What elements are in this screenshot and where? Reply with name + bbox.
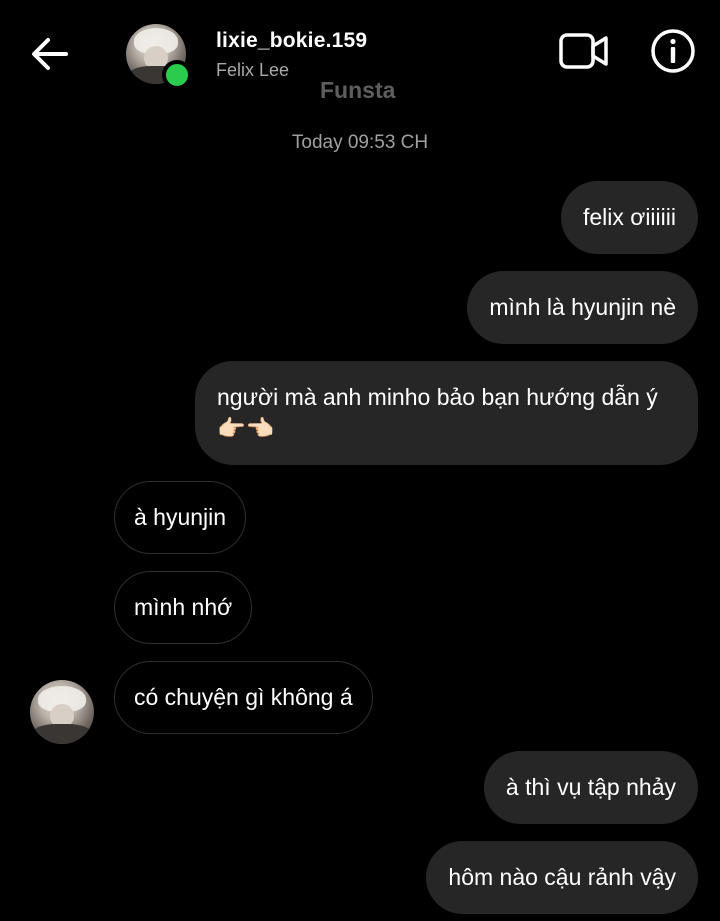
conversation-info-button[interactable] [650,28,696,74]
message-bubble-received[interactable]: à hyunjin [114,481,247,554]
info-icon [651,29,695,73]
message-timestamp: Today 09:53 CH [291,132,429,153]
dm-thread-screen: lixie_bokie.159 Felix Lee Funsta Today 0… [0,0,720,921]
message-bubble-received[interactable]: mình nhớ [114,571,253,644]
message-bubble-sent[interactable]: hôm nào cậu rảnh vậy [426,841,698,914]
online-status-dot [162,60,192,90]
video-call-button[interactable] [558,30,610,72]
message-bubble-sent[interactable]: à thì vụ tập nhảy [483,751,698,824]
sender-avatar[interactable] [30,680,94,744]
message-bubble-sent[interactable]: người mà anh minho bảo bạn hướng dẫn ý 👉… [195,361,698,465]
arrow-left-icon [32,38,68,70]
account-label: Funsta [320,77,396,103]
message-bubble-sent[interactable]: felix ơiiiiii [560,181,698,254]
profile-avatar-button[interactable] [126,24,192,90]
message-bubble-received[interactable]: có chuyện gì không á [114,661,373,734]
back-button[interactable] [28,34,72,74]
video-call-icon [559,33,608,69]
full-name: Felix Lee [216,60,290,80]
username[interactable]: lixie_bokie.159 [216,29,367,53]
message-bubble-sent[interactable]: mình là hyunjin nè [467,271,698,344]
